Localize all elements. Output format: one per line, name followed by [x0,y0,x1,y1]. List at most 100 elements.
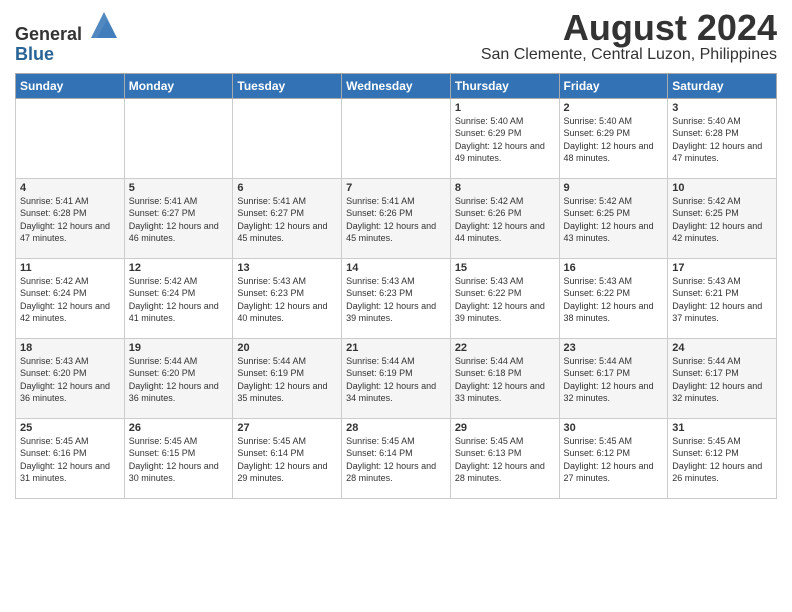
day-cell: 19Sunrise: 5:44 AMSunset: 6:20 PMDayligh… [124,338,233,418]
day-cell: 11Sunrise: 5:42 AMSunset: 6:24 PMDayligh… [16,258,125,338]
day-info: Sunrise: 5:45 AMSunset: 6:12 PMDaylight:… [564,435,664,485]
day-cell: 8Sunrise: 5:42 AMSunset: 6:26 PMDaylight… [450,178,559,258]
day-info: Sunrise: 5:44 AMSunset: 6:17 PMDaylight:… [672,355,772,405]
day-number: 21 [346,342,446,354]
day-cell: 13Sunrise: 5:43 AMSunset: 6:23 PMDayligh… [233,258,342,338]
logo: General Blue [15,10,119,65]
day-info: Sunrise: 5:40 AMSunset: 6:28 PMDaylight:… [672,115,772,165]
day-cell [124,98,233,178]
day-number: 5 [129,182,229,194]
header: General Blue August 2024 San Clemente, C… [15,10,777,65]
day-info: Sunrise: 5:43 AMSunset: 6:22 PMDaylight:… [564,275,664,325]
day-info: Sunrise: 5:45 AMSunset: 6:15 PMDaylight:… [129,435,229,485]
day-cell: 10Sunrise: 5:42 AMSunset: 6:25 PMDayligh… [668,178,777,258]
day-cell: 25Sunrise: 5:45 AMSunset: 6:16 PMDayligh… [16,418,125,498]
col-sunday: Sunday [16,73,125,98]
day-number: 19 [129,342,229,354]
day-number: 29 [455,422,555,434]
day-info: Sunrise: 5:42 AMSunset: 6:24 PMDaylight:… [129,275,229,325]
day-info: Sunrise: 5:43 AMSunset: 6:22 PMDaylight:… [455,275,555,325]
day-info: Sunrise: 5:42 AMSunset: 6:25 PMDaylight:… [672,195,772,245]
day-number: 14 [346,262,446,274]
day-info: Sunrise: 5:43 AMSunset: 6:21 PMDaylight:… [672,275,772,325]
day-cell: 1Sunrise: 5:40 AMSunset: 6:29 PMDaylight… [450,98,559,178]
day-cell: 17Sunrise: 5:43 AMSunset: 6:21 PMDayligh… [668,258,777,338]
day-info: Sunrise: 5:44 AMSunset: 6:18 PMDaylight:… [455,355,555,405]
day-cell: 7Sunrise: 5:41 AMSunset: 6:26 PMDaylight… [342,178,451,258]
logo-blue-text: Blue [15,44,54,64]
day-number: 30 [564,422,664,434]
day-info: Sunrise: 5:43 AMSunset: 6:20 PMDaylight:… [20,355,120,405]
day-info: Sunrise: 5:45 AMSunset: 6:14 PMDaylight:… [346,435,446,485]
day-number: 8 [455,182,555,194]
day-info: Sunrise: 5:44 AMSunset: 6:19 PMDaylight:… [346,355,446,405]
day-info: Sunrise: 5:41 AMSunset: 6:27 PMDaylight:… [129,195,229,245]
day-number: 2 [564,102,664,114]
day-cell: 15Sunrise: 5:43 AMSunset: 6:22 PMDayligh… [450,258,559,338]
day-info: Sunrise: 5:44 AMSunset: 6:17 PMDaylight:… [564,355,664,405]
day-cell: 5Sunrise: 5:41 AMSunset: 6:27 PMDaylight… [124,178,233,258]
week-row-3: 11Sunrise: 5:42 AMSunset: 6:24 PMDayligh… [16,258,777,338]
day-cell: 22Sunrise: 5:44 AMSunset: 6:18 PMDayligh… [450,338,559,418]
day-cell [342,98,451,178]
day-info: Sunrise: 5:44 AMSunset: 6:19 PMDaylight:… [237,355,337,405]
month-year-title: August 2024 [481,10,777,46]
day-cell: 31Sunrise: 5:45 AMSunset: 6:12 PMDayligh… [668,418,777,498]
day-info: Sunrise: 5:41 AMSunset: 6:27 PMDaylight:… [237,195,337,245]
day-cell: 26Sunrise: 5:45 AMSunset: 6:15 PMDayligh… [124,418,233,498]
day-number: 9 [564,182,664,194]
col-tuesday: Tuesday [233,73,342,98]
day-number: 3 [672,102,772,114]
day-number: 28 [346,422,446,434]
col-wednesday: Wednesday [342,73,451,98]
week-row-4: 18Sunrise: 5:43 AMSunset: 6:20 PMDayligh… [16,338,777,418]
week-row-1: 1 Sunrise: 5:40 AMSunset: 6:29 PMDaylight… [16,98,777,178]
day-info: Sunrise: 5:40 AMSunset: 6:29 PMDaylight:… [564,115,664,165]
title-section: August 2024 San Clemente, Central Luzon,… [481,10,777,64]
day-cell: 14Sunrise: 5:43 AMSunset: 6:23 PMDayligh… [342,258,451,338]
day-cell: 6Sunrise: 5:41 AMSunset: 6:27 PMDaylight… [233,178,342,258]
day-number: 31 [672,422,772,434]
day-number: 6 [237,182,337,194]
day-info: Sunrise: 5:45 AMSunset: 6:16 PMDaylight:… [20,435,120,485]
day-number: 4 [20,182,120,194]
day-cell: 23Sunrise: 5:44 AMSunset: 6:17 PMDayligh… [559,338,668,418]
logo-general-text: General [15,24,82,44]
col-friday: Friday [559,73,668,98]
day-cell: 20Sunrise: 5:44 AMSunset: 6:19 PMDayligh… [233,338,342,418]
day-cell [16,98,125,178]
day-cell: 18Sunrise: 5:43 AMSunset: 6:20 PMDayligh… [16,338,125,418]
day-number: 22 [455,342,555,354]
day-number: 26 [129,422,229,434]
logo-icon [82,24,119,44]
day-info: Sunrise: 5:45 AMSunset: 6:12 PMDaylight:… [672,435,772,485]
day-number: 15 [455,262,555,274]
day-cell: 3Sunrise: 5:40 AMSunset: 6:28 PMDaylight… [668,98,777,178]
day-number: 17 [672,262,772,274]
day-number: 20 [237,342,337,354]
day-cell: 4Sunrise: 5:41 AMSunset: 6:28 PMDaylight… [16,178,125,258]
day-number: 12 [129,262,229,274]
day-info: Sunrise: 5:42 AMSunset: 6:25 PMDaylight:… [564,195,664,245]
day-info: Sunrise: 5:42 AMSunset: 6:24 PMDaylight:… [20,275,120,325]
day-cell: 24Sunrise: 5:44 AMSunset: 6:17 PMDayligh… [668,338,777,418]
day-cell: 2Sunrise: 5:40 AMSunset: 6:29 PMDaylight… [559,98,668,178]
page: General Blue August 2024 San Clemente, C… [0,0,792,612]
location-subtitle: San Clemente, Central Luzon, Philippines [481,46,777,64]
day-info: Sunrise: 5:43 AMSunset: 6:23 PMDaylight:… [237,275,337,325]
day-number: 13 [237,262,337,274]
day-info: Sunrise: 5:45 AMSunset: 6:13 PMDaylight:… [455,435,555,485]
day-number: 1 [455,102,555,114]
week-row-5: 25Sunrise: 5:45 AMSunset: 6:16 PMDayligh… [16,418,777,498]
day-number: 7 [346,182,446,194]
day-cell: 16Sunrise: 5:43 AMSunset: 6:22 PMDayligh… [559,258,668,338]
day-number: 10 [672,182,772,194]
day-number: 27 [237,422,337,434]
col-saturday: Saturday [668,73,777,98]
day-number: 23 [564,342,664,354]
day-info: Sunrise: 5:41 AMSunset: 6:28 PMDaylight:… [20,195,120,245]
header-row: Sunday Monday Tuesday Wednesday Thursday… [16,73,777,98]
col-monday: Monday [124,73,233,98]
day-cell: 30Sunrise: 5:45 AMSunset: 6:12 PMDayligh… [559,418,668,498]
day-info: Sunrise: 5:45 AMSunset: 6:14 PMDaylight:… [237,435,337,485]
